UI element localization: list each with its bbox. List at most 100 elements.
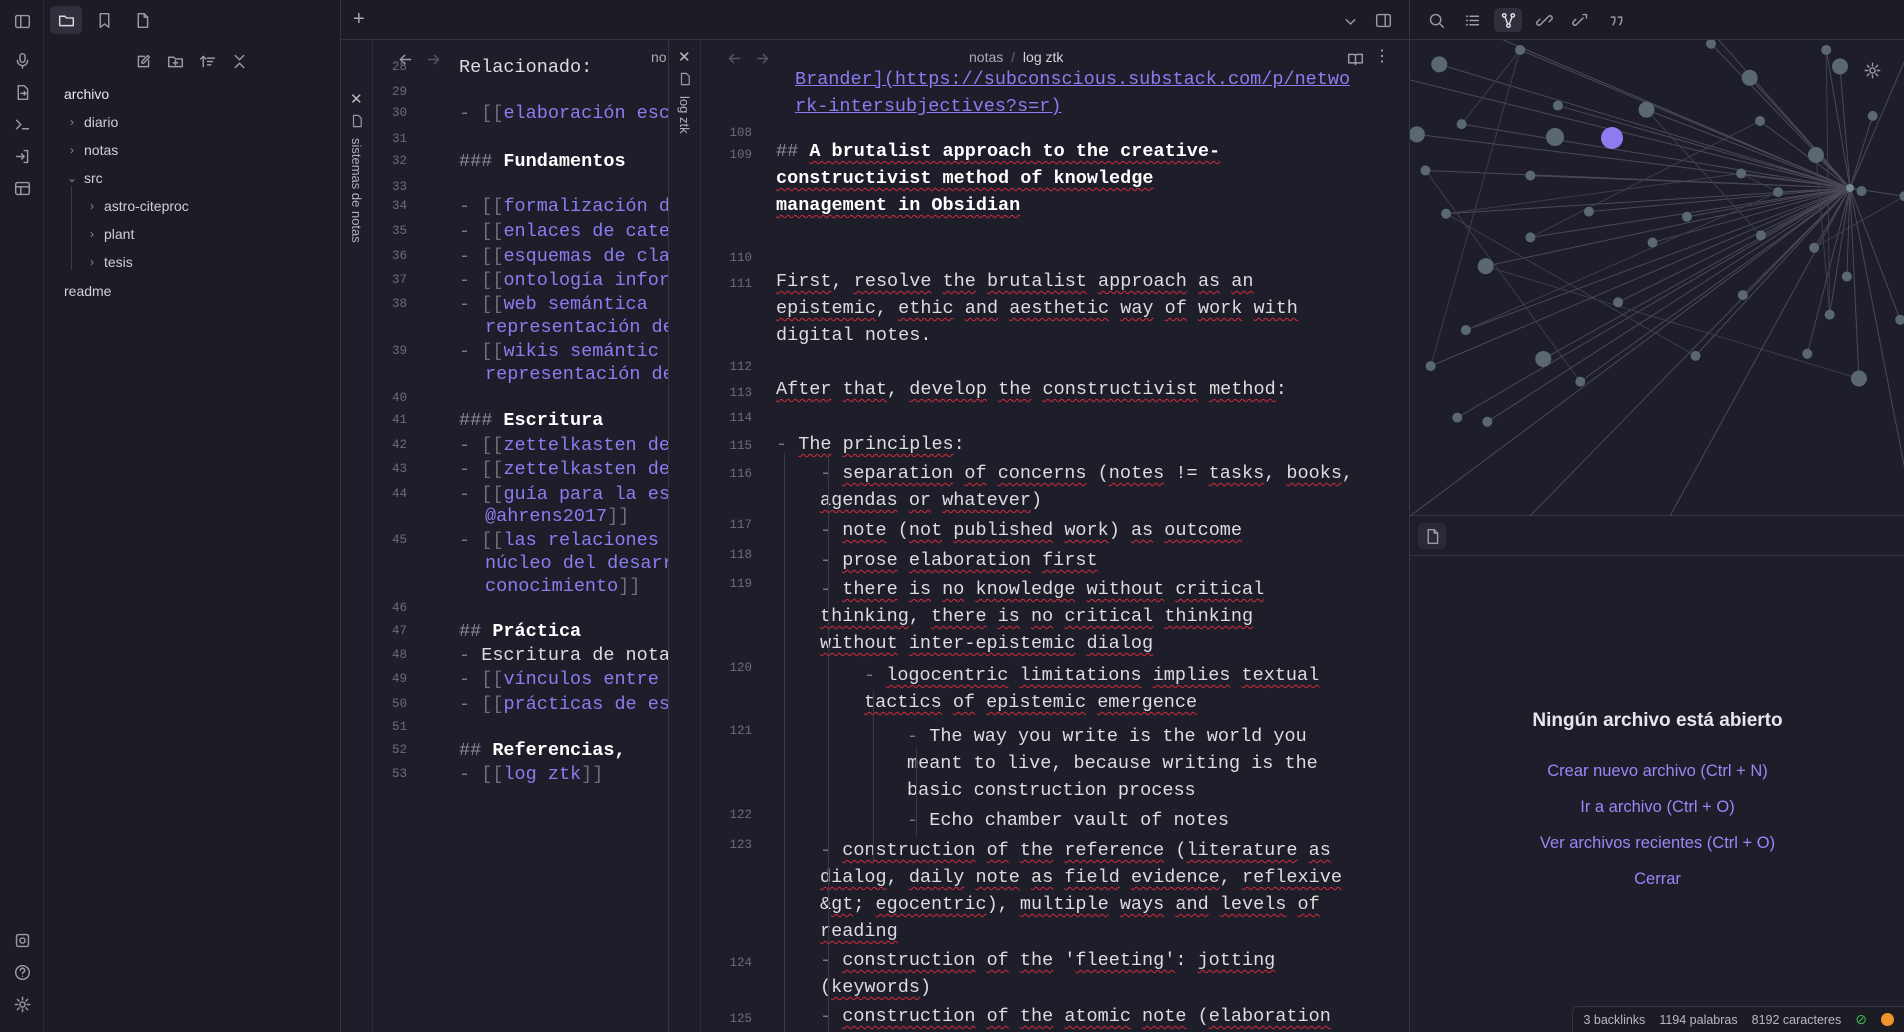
- search-icon[interactable]: [1422, 8, 1450, 32]
- tree-folder-tesis[interactable]: › tesis: [84, 250, 133, 274]
- layout-icon[interactable]: [10, 176, 34, 200]
- graph-node: [1755, 230, 1766, 241]
- vertical-tab-log-ztk[interactable]: ✕ log ztk: [669, 40, 701, 1032]
- chevron-down-icon: ⌄: [66, 171, 78, 185]
- new-note-icon[interactable]: [130, 48, 156, 74]
- file-icon[interactable]: [126, 6, 158, 34]
- url-link: Brander](https://subconscious.substack.c…: [795, 69, 1351, 90]
- more-options-icon[interactable]: ⋮: [1374, 46, 1390, 66]
- graph-node: [1431, 56, 1448, 73]
- right-bottom-pane: Ningún archivo está abierto Crear nuevo …: [1409, 516, 1904, 1032]
- file-swap-icon[interactable]: [10, 80, 34, 104]
- line-number: 112: [729, 360, 752, 374]
- line-number: 109: [729, 148, 752, 162]
- chevron-right-icon: ›: [70, 115, 74, 129]
- right-sidebar-toggle-icon[interactable]: [1371, 9, 1395, 31]
- line-number: 47: [391, 624, 407, 638]
- tree-folder-astro-citeproc[interactable]: › astro-citeproc: [84, 194, 189, 218]
- check-icon[interactable]: ⊘: [1855, 1011, 1867, 1028]
- editor-line: - Echo chamber vault of notes: [907, 810, 1229, 831]
- terminal-icon[interactable]: [10, 112, 34, 136]
- collapse-icon[interactable]: [226, 48, 252, 74]
- word-count: 1194 palabras: [1659, 1012, 1738, 1027]
- graph-node: [1899, 191, 1904, 202]
- mic-icon[interactable]: [10, 48, 34, 72]
- editor-line: agendas or whatever): [820, 490, 1043, 511]
- forward-arrow-icon[interactable]: [753, 49, 771, 67]
- chevron-down-icon[interactable]: [1339, 10, 1361, 32]
- tree-file-readme[interactable]: readme: [64, 279, 111, 303]
- line-number: 50: [391, 697, 407, 711]
- editor-line: basic construction process: [907, 780, 1196, 801]
- editor-line: ### Escritura: [459, 410, 604, 431]
- bookmark-icon[interactable]: [88, 6, 120, 34]
- folder-icon[interactable]: [50, 6, 82, 34]
- line-number: 113: [729, 386, 752, 400]
- breadcrumb-file[interactable]: log ztk: [1023, 49, 1063, 65]
- login-icon[interactable]: [10, 144, 34, 168]
- gear-icon[interactable]: [1862, 60, 1882, 80]
- vault-name[interactable]: archivo: [64, 82, 109, 106]
- editor-line: @ahrens2017]]: [485, 506, 630, 527]
- line-number: 115: [729, 439, 752, 453]
- sort-icon[interactable]: [194, 48, 220, 74]
- sync-status-icon[interactable]: [1881, 1013, 1894, 1026]
- vault-icon[interactable]: [10, 928, 34, 952]
- graph-icon[interactable]: [1494, 8, 1522, 32]
- graph-edge: [1502, 40, 1851, 189]
- backlinks-icon[interactable]: [1530, 8, 1558, 32]
- recent-files-link[interactable]: Ver archivos recientes (Ctrl + O): [1410, 834, 1904, 853]
- indent-guide: [916, 747, 917, 837]
- line-number: 48: [391, 648, 407, 662]
- back-arrow-icon[interactable]: [725, 49, 743, 67]
- line-number: 124: [729, 956, 752, 970]
- tree-folder-notas[interactable]: › notas: [64, 138, 118, 162]
- outline-icon[interactable]: [1458, 8, 1486, 32]
- graph-node: [1647, 237, 1658, 248]
- graph-node: [1809, 242, 1820, 253]
- graph-edge: [1529, 187, 1851, 516]
- line-number: 122: [729, 808, 752, 822]
- tree-item-label: notas: [84, 142, 119, 158]
- line-number: 123: [729, 838, 752, 852]
- tree-folder-src[interactable]: ⌄ src: [64, 166, 103, 190]
- backlinks-count[interactable]: 3 backlinks: [1583, 1013, 1645, 1027]
- line-number: 38: [391, 297, 407, 311]
- graph-node: [1821, 44, 1832, 55]
- chevron-right-icon: ›: [90, 199, 94, 213]
- close-link[interactable]: Cerrar: [1410, 870, 1904, 889]
- vertical-tab-label: sistemas de notas: [349, 138, 364, 243]
- quote-icon[interactable]: [1602, 8, 1630, 32]
- outgoing-links-icon[interactable]: [1566, 8, 1594, 32]
- line-number: 46: [391, 601, 407, 615]
- indent-guide: [784, 453, 785, 1032]
- char-count: 8192 caracteres: [1751, 1012, 1842, 1027]
- forward-arrow-icon[interactable]: [424, 50, 442, 68]
- gear-icon[interactable]: [10, 992, 34, 1016]
- sidebar-toggle-icon[interactable]: [10, 9, 34, 33]
- file-icon[interactable]: [1418, 523, 1446, 549]
- close-icon[interactable]: ✕: [350, 90, 363, 108]
- file-icon: [678, 72, 692, 86]
- open-file-link[interactable]: Ir a archivo (Ctrl + O): [1410, 798, 1904, 817]
- line-number: 37: [391, 273, 407, 287]
- help-icon[interactable]: [10, 960, 34, 984]
- editor-line: representación de: [485, 317, 668, 338]
- editor-line: - construction of the reference (literat…: [820, 840, 1331, 861]
- graph-view[interactable]: [1409, 40, 1904, 516]
- editor-line: Relacionado:: [459, 57, 593, 78]
- heading-line: management in Obsidian: [776, 195, 1021, 216]
- new-tab-button[interactable]: +: [353, 8, 365, 31]
- breadcrumb-folder[interactable]: notas: [969, 49, 1003, 65]
- graph-node: [1535, 350, 1552, 367]
- tree-folder-diario[interactable]: › diario: [64, 110, 118, 134]
- editor-line: - [[elaboración esc: [459, 103, 668, 124]
- new-folder-icon[interactable]: [162, 48, 188, 74]
- tree-folder-plant[interactable]: › plant: [84, 222, 134, 246]
- graph-edge: [1849, 187, 1860, 379]
- create-file-link[interactable]: Crear nuevo archivo (Ctrl + N): [1410, 762, 1904, 781]
- graph-node: [1452, 412, 1463, 423]
- close-icon[interactable]: ✕: [678, 48, 691, 66]
- graph-node: [1856, 186, 1867, 197]
- graph-canvas[interactable]: [1410, 40, 1904, 516]
